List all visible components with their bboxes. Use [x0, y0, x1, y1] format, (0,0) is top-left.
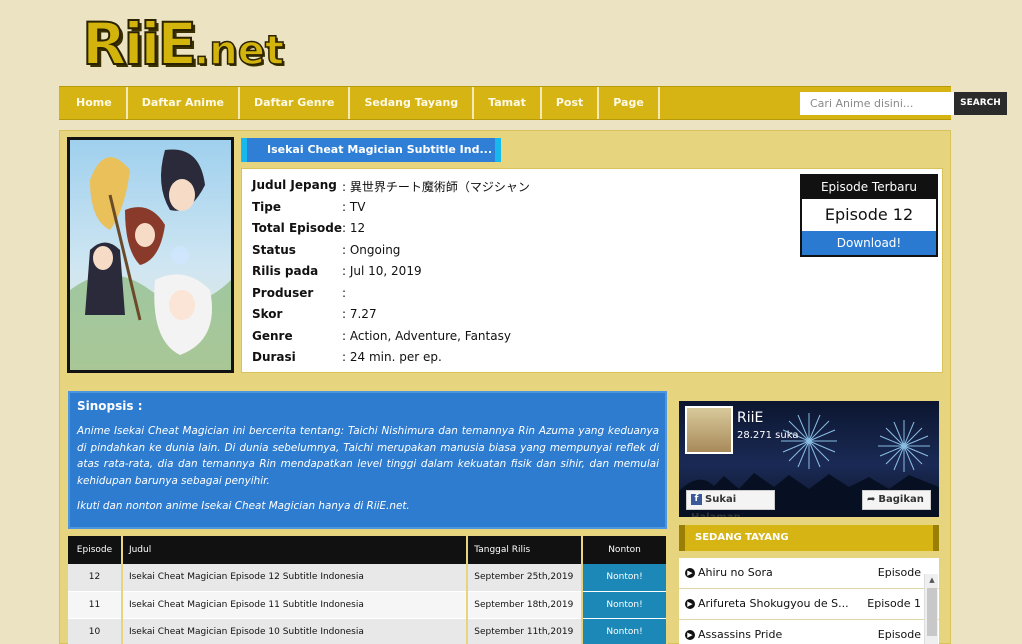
- site-logo[interactable]: RiiE.net: [81, 9, 285, 79]
- sedang-tayang-list: ▶ Ahiru no Sora Episode ▶ Arifureta Shokug…: [679, 558, 939, 644]
- fb-share-label: Bagikan: [878, 494, 924, 505]
- episode-title[interactable]: Isekai Cheat Magician Episode 10 Subtitl…: [121, 618, 469, 644]
- latest-episode-heading: Episode Terbaru: [802, 176, 936, 199]
- episode-number: 11: [68, 591, 123, 619]
- nonton-button[interactable]: Nonton!: [582, 618, 668, 644]
- chevron-right-icon: ▶: [685, 599, 695, 609]
- info-value: : 24 min. per ep.: [342, 350, 442, 364]
- col-judul: Judul: [121, 536, 469, 564]
- fb-share-button[interactable]: ➦ Bagikan: [862, 490, 931, 510]
- info-label: Rilis pada: [252, 264, 319, 278]
- chevron-right-icon: ▶: [685, 630, 695, 640]
- col-episode: Episode: [68, 536, 123, 564]
- list-item[interactable]: ▶ Ahiru no Sora Episode: [679, 558, 939, 589]
- sinopsis-text: Anime Isekai Cheat Magician ini bercerit…: [77, 425, 659, 487]
- info-value: : 7.27: [342, 307, 377, 321]
- list-item-title: Arifureta Shokugyou de S...: [698, 597, 849, 610]
- table-row: 10 Isekai Cheat Magician Episode 10 Subt…: [68, 618, 668, 644]
- table-header-row: Episode Judul Tanggal Rilis Nonton: [68, 536, 668, 564]
- latest-episode-number[interactable]: Episode 12: [802, 199, 936, 231]
- anime-title: Isekai Cheat Magician Subtitle Ind...: [241, 138, 501, 162]
- info-label: Judul Jepang: [252, 178, 337, 192]
- list-item-episode: Episode: [877, 566, 921, 579]
- info-value: : TV: [342, 199, 366, 214]
- nav-items: Home Daftar Anime Daftar Genre Sedang Ta…: [62, 87, 660, 119]
- nav-post[interactable]: Post: [542, 87, 600, 119]
- info-label: Skor: [252, 307, 283, 321]
- episode-number: 10: [68, 618, 123, 644]
- sinopsis-cta: Ikuti dan nonton anime Isekai Cheat Magi…: [77, 500, 410, 512]
- sinopsis-box: Sinopsis : Anime Isekai Cheat Magician i…: [68, 391, 667, 529]
- list-item-episode: Episode 1: [867, 597, 921, 610]
- latest-episode-box: Episode Terbaru Episode 12 Download!: [800, 174, 938, 257]
- nav-sedang-tayang[interactable]: Sedang Tayang: [350, 87, 475, 119]
- search-input[interactable]: [800, 92, 954, 115]
- scroll-up-icon[interactable]: ▲: [925, 576, 939, 584]
- list-scrollbar[interactable]: ▲: [924, 574, 938, 644]
- episode-date: September 25th,2019: [467, 564, 584, 592]
- list-item-title: Assassins Pride: [698, 628, 783, 641]
- nav-page[interactable]: Page: [599, 87, 660, 119]
- nav-home[interactable]: Home: [62, 87, 128, 119]
- info-value: : 12: [342, 221, 366, 235]
- logo-main: RiiE: [81, 9, 198, 79]
- list-item[interactable]: ▶ Arifureta Shokugyou de S... Episode 1: [679, 589, 939, 620]
- facebook-icon: f: [691, 493, 702, 505]
- info-value: : 異世界チート魔術師（マジシャン: [342, 180, 530, 194]
- nav-tamat[interactable]: Tamat: [474, 87, 542, 119]
- logo-suffix: .net: [193, 27, 284, 75]
- nonton-button[interactable]: Nonton!: [582, 564, 668, 592]
- anime-poster: [67, 137, 234, 373]
- info-label: Tipe: [252, 199, 282, 214]
- episode-title[interactable]: Isekai Cheat Magician Episode 11 Subtitl…: [121, 591, 469, 619]
- nav-daftar-genre[interactable]: Daftar Genre: [240, 87, 351, 119]
- facebook-page-widget: RiiE 28.271 suka fSukai Halaman ➦Bagikan: [679, 401, 939, 517]
- poster-image: [70, 140, 231, 370]
- list-item-title: Ahiru no Sora: [698, 566, 773, 579]
- nonton-button[interactable]: Nonton!: [582, 591, 668, 619]
- episode-number: 12: [68, 564, 123, 592]
- info-value: : Action, Adventure, Fantasy: [342, 328, 511, 343]
- col-tanggal: Tanggal Rilis: [467, 536, 584, 564]
- nav-daftar-anime[interactable]: Daftar Anime: [128, 87, 240, 119]
- info-value: : Ongoing: [342, 242, 401, 257]
- share-icon: ➦: [867, 494, 876, 505]
- info-label: Durasi: [252, 350, 296, 364]
- col-nonton: Nonton: [582, 536, 668, 564]
- fb-page-likes: 28.271 suka: [737, 430, 799, 441]
- fb-page-name[interactable]: RiiE: [737, 410, 763, 426]
- table-row: 12 Isekai Cheat Magician Episode 12 Subt…: [68, 564, 668, 592]
- download-button[interactable]: Download!: [802, 231, 936, 255]
- info-value: : Jul 10, 2019: [342, 264, 422, 278]
- episode-date: September 18th,2019: [467, 591, 584, 619]
- sinopsis-title: Sinopsis :: [77, 399, 143, 413]
- fb-like-button[interactable]: fSukai Halaman: [686, 490, 775, 517]
- info-label: Produser: [252, 285, 314, 300]
- main-nav: Home Daftar Anime Daftar Genre Sedang Ta…: [59, 86, 1007, 120]
- info-label: Status: [252, 242, 296, 257]
- list-item[interactable]: ▶ Assassins Pride Episode: [679, 620, 939, 644]
- chevron-right-icon: ▶: [685, 568, 695, 578]
- scrollbar-thumb[interactable]: [927, 588, 937, 636]
- episode-table: Episode Judul Tanggal Rilis Nonton 12 Is…: [68, 536, 668, 644]
- sedang-tayang-heading: SEDANG TAYANG: [679, 525, 939, 551]
- info-label: Genre: [252, 328, 293, 343]
- episode-date: September 11th,2019: [467, 618, 584, 644]
- fb-page-avatar[interactable]: [685, 406, 733, 454]
- episode-title[interactable]: Isekai Cheat Magician Episode 12 Subtitl…: [121, 564, 469, 592]
- table-row: 11 Isekai Cheat Magician Episode 11 Subt…: [68, 591, 668, 619]
- info-label: Total Episode: [252, 221, 342, 235]
- info-value: :: [342, 285, 347, 300]
- list-item-episode: Episode: [877, 628, 921, 641]
- search-button[interactable]: SEARCH: [954, 92, 1007, 115]
